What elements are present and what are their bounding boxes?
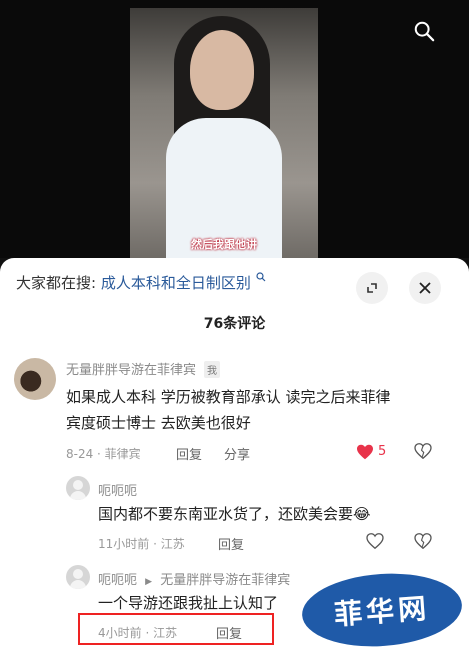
comment-text-line: 国内都不要东南亚水货了，还欧美会要 bbox=[98, 505, 354, 523]
video-frame: 然后我跟他讲 bbox=[130, 8, 318, 258]
close-icon bbox=[419, 282, 431, 294]
laughing-emoji: 😂 bbox=[353, 505, 371, 523]
video-caption: 然后我跟他讲 bbox=[191, 238, 257, 251]
video-player[interactable]: 然后我跟他讲 bbox=[0, 0, 469, 258]
heart-icon[interactable] bbox=[366, 533, 384, 549]
heart-filled-icon[interactable] bbox=[356, 444, 374, 460]
like-count: 5 bbox=[378, 444, 387, 459]
close-button[interactable] bbox=[409, 272, 441, 304]
comment-text-line: 如果成人本科 学历被教育部承认 读完之后来菲律 bbox=[66, 388, 391, 406]
broken-heart-icon[interactable] bbox=[414, 533, 432, 549]
reply-button[interactable]: 回复 bbox=[218, 534, 244, 553]
search-prefix: 大家都在搜: bbox=[16, 274, 97, 292]
comments-sheet: 大家都在搜: 成人本科和全日制区别 76条评论 无量胖胖导游在菲律宾我 如果成人… bbox=[0, 258, 469, 653]
avatar[interactable] bbox=[66, 565, 90, 589]
comment-username[interactable]: 无量胖胖导游在菲律宾我 bbox=[66, 359, 221, 378]
avatar[interactable] bbox=[66, 476, 90, 500]
small-search-icon bbox=[256, 272, 266, 282]
broken-heart-icon[interactable] bbox=[414, 443, 432, 459]
search-link[interactable]: 成人本科和全日制区别 bbox=[101, 274, 251, 292]
comment-count: 76条评论 bbox=[203, 316, 266, 332]
comment-meta: 8-24 · 菲律宾 bbox=[66, 447, 141, 461]
reply-arrow-icon: ▶ bbox=[145, 577, 153, 587]
video-face bbox=[190, 30, 254, 110]
username-text: 呃呃呃 bbox=[98, 573, 138, 588]
comment-username[interactable]: 呃呃呃 ▶ 无量胖胖导游在菲律宾 bbox=[98, 569, 290, 588]
expand-button[interactable] bbox=[356, 272, 388, 304]
expand-icon bbox=[367, 283, 377, 293]
self-badge: 我 bbox=[204, 361, 221, 378]
watermark-logo: 菲华网 bbox=[299, 568, 465, 652]
comment-text: 如果成人本科 学历被教育部承认 读完之后来菲律 宾度硕士博士 去欧美也很好 bbox=[66, 384, 391, 436]
comment-text-line: 宾度硕士博士 去欧美也很好 bbox=[66, 414, 251, 432]
comment-text: 国内都不要东南亚水货了，还欧美会要😂 bbox=[98, 501, 371, 527]
comment-meta: 11小时前 · 江苏 bbox=[98, 537, 185, 551]
share-button[interactable]: 分享 bbox=[224, 444, 250, 463]
search-suggestion[interactable]: 大家都在搜: 成人本科和全日制区别 bbox=[16, 272, 266, 293]
highlight-box bbox=[78, 613, 274, 645]
username-text: 无量胖胖导游在菲律宾 bbox=[66, 363, 197, 378]
comment-username[interactable]: 呃呃呃 bbox=[98, 480, 137, 499]
search-icon[interactable] bbox=[413, 20, 435, 42]
reply-to-username: 无量胖胖导游在菲律宾 bbox=[160, 573, 291, 588]
avatar[interactable] bbox=[14, 358, 56, 400]
reply-button[interactable]: 回复 bbox=[176, 444, 202, 463]
